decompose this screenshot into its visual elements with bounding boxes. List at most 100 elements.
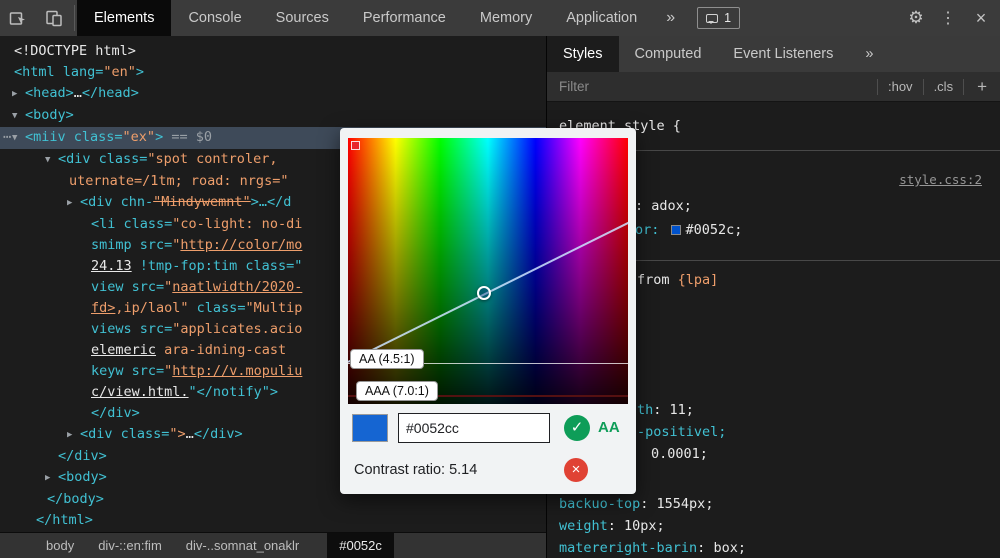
code-segment: !tmp-fop:tim class="	[131, 258, 303, 274]
css-declaration[interactable]: 0.0001;	[651, 446, 708, 462]
contrast-ratio-text: Contrast ratio: 5.14	[354, 462, 478, 478]
code-segment: smimp src=	[91, 237, 173, 253]
code-segment: #0052c;	[685, 222, 743, 238]
css-declaration[interactable]: matereright-barin: box;	[559, 540, 746, 556]
code-segment: </div>	[193, 426, 243, 442]
code-segment: $0	[195, 129, 212, 145]
new-style-rule-button[interactable]: +	[963, 78, 1000, 95]
css-declaration[interactable]: : adox;	[635, 198, 692, 214]
color-picker-handle[interactable]	[477, 286, 491, 300]
code-segment: …	[73, 85, 82, 101]
code-segment: <div class=	[80, 426, 170, 442]
expand-arrow-icon[interactable]: ▶	[12, 84, 25, 105]
code-segment: "spot controler,	[147, 151, 278, 167]
dom-tree-node[interactable]: <!DOCTYPE html>	[0, 41, 546, 62]
console-messages-badge[interactable]: 1	[697, 7, 741, 29]
color-picker-dialog: AA (4.5:1) AAA (7.0:1) ✓ AA Contrast rat…	[340, 128, 636, 494]
message-bubble-icon	[706, 13, 719, 24]
code-segment: backuo-top	[559, 496, 641, 512]
code-segment: <div chn-	[80, 194, 154, 210]
aa-pass-check-icon: ✓	[564, 415, 590, 441]
expand-arrow-icon[interactable]: ▼	[45, 150, 58, 171]
code-segment: -positivel;	[637, 424, 727, 440]
code-segment: :	[607, 518, 625, 534]
css-declaration[interactable]: backuo-top: 1554px;	[559, 496, 713, 512]
toggle-element-classes[interactable]: .cls	[922, 78, 964, 95]
expand-arrow-icon[interactable]: ▼	[12, 128, 25, 149]
code-segment: <!DOCTYPE html>	[14, 43, 136, 59]
css-declaration-color[interactable]: or: #0052c;	[635, 222, 742, 238]
code-segment: "co-light: no-di	[172, 216, 303, 232]
tab-styles[interactable]: Styles	[547, 36, 619, 72]
css-declaration[interactable]: -positivel;	[637, 424, 726, 440]
code-segment: "applicates.acio	[172, 321, 303, 337]
close-icon[interactable]: ×	[962, 8, 1000, 29]
code-segment: views src=	[91, 321, 173, 337]
code-segment: <html lang=	[14, 64, 104, 80]
code-segment: fd>	[91, 300, 116, 316]
code-segment: : adox;	[635, 198, 692, 214]
code-segment: ==	[163, 129, 196, 145]
code-segment: view src=	[91, 279, 165, 295]
menu-dots-icon[interactable]: ⋮	[934, 8, 962, 28]
breadcrumb-item-body[interactable]: body	[34, 533, 86, 558]
breadcrumb-item-div2[interactable]: div-..somnat_onaklr	[174, 533, 311, 558]
color-gradient-area[interactable]: AA (4.5:1) AAA (7.0:1)	[347, 138, 629, 404]
dom-tree-node[interactable]: ▶ <head>…</head>	[0, 83, 546, 105]
code-segment: <body>	[58, 469, 107, 485]
tab-performance[interactable]: Performance	[346, 0, 463, 36]
dom-tree-node[interactable]: <html lang="en">	[0, 62, 546, 83]
tab-sources[interactable]: Sources	[259, 0, 346, 36]
breadcrumb-item-selected[interactable]: #0052c	[327, 533, 394, 558]
tab-computed[interactable]: Computed	[619, 36, 718, 72]
hex-color-input[interactable]	[398, 413, 550, 443]
dom-tree-node[interactable]: </html>	[0, 510, 546, 531]
code-segment: {lpa]	[677, 272, 719, 288]
expand-arrow-icon[interactable]: ▶	[45, 468, 58, 489]
toggle-hover-state[interactable]: :hov	[876, 78, 923, 95]
keyframe-selector[interactable]: from {lpa]	[637, 272, 718, 288]
code-segment: box;	[713, 540, 746, 556]
dom-tree-node[interactable]: ▼ <body>	[0, 105, 546, 127]
code-segment: >	[155, 129, 164, 145]
code-segment: 24.13	[91, 258, 132, 274]
tab-memory[interactable]: Memory	[463, 0, 549, 36]
code-segment: <body>	[25, 107, 74, 123]
device-glyph	[46, 10, 62, 27]
code-segment: >…</d	[250, 194, 292, 210]
more-tabs-icon[interactable]: »	[654, 9, 687, 27]
styles-filter-input[interactable]	[547, 79, 877, 94]
current-color-swatch[interactable]	[352, 414, 388, 442]
breadcrumb-item-div1[interactable]: div-::en:fim	[86, 533, 174, 558]
code-segment: elemeric	[91, 342, 157, 358]
expand-arrow-icon[interactable]: ▶	[67, 193, 80, 214]
inspect-element-icon[interactable]	[0, 0, 36, 36]
settings-gear-icon[interactable]: ⚙	[898, 8, 934, 28]
more-panels-icon[interactable]: »	[849, 36, 889, 72]
devtools-toolbar: Elements Console Sources Performance Mem…	[0, 0, 1000, 36]
tab-console[interactable]: Console	[171, 0, 258, 36]
toolbar-divider	[74, 5, 75, 31]
aa-pass-label: AA	[598, 419, 620, 436]
code-segment: keyw src=	[91, 363, 165, 379]
code-segment: </html>	[36, 512, 93, 528]
tab-application[interactable]: Application	[549, 0, 654, 36]
css-declaration[interactable]: th: 11;	[637, 402, 694, 418]
device-toolbar-icon[interactable]	[36, 0, 72, 36]
code-segment: "ex"	[122, 129, 156, 145]
code-segment: </body>	[47, 491, 104, 507]
code-segment: 0.0001;	[651, 446, 708, 462]
css-declaration[interactable]: weight: 10px;	[559, 518, 665, 534]
code-segment: ">	[169, 426, 186, 442]
code-segment: c/view.html.	[91, 384, 189, 400]
tab-elements[interactable]: Elements	[77, 0, 172, 36]
expand-arrow-icon[interactable]: ▼	[12, 106, 25, 127]
expand-arrow-icon[interactable]: ▶	[67, 425, 80, 446]
stylesheet-source-link[interactable]: style.css:2	[899, 172, 982, 187]
css-color-swatch	[670, 225, 681, 235]
tab-event-listeners[interactable]: Event Listeners	[717, 36, 849, 72]
styles-tabbar: Styles Computed Event Listeners »	[547, 36, 1000, 72]
code-segment: : 11;	[653, 402, 694, 418]
code-segment: </div>	[91, 405, 140, 421]
code-segment: <div class=	[58, 151, 148, 167]
